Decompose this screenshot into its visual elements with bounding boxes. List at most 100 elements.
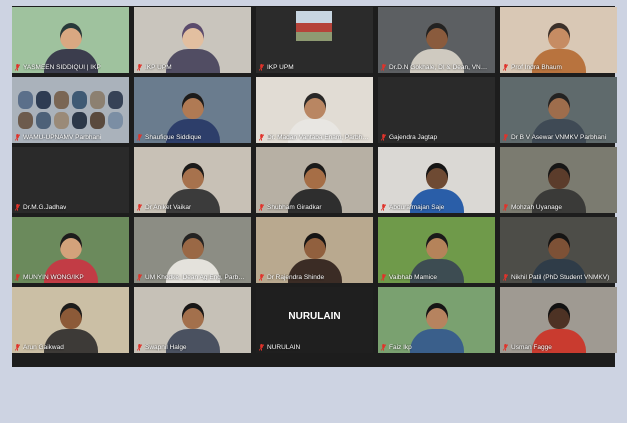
participant-name-bar: Shaufique Siddique [137, 134, 248, 141]
participant-head [59, 23, 82, 49]
participant-head [59, 303, 82, 329]
participant-name: IKP UPM [145, 64, 172, 71]
participant-head [547, 233, 570, 259]
participant-name-bar: MUNYIN WONG/IKP [15, 274, 126, 281]
participant-tile[interactable]: Prof Indra Bhaum [500, 7, 617, 73]
participant-name-bar: Gajendra Jagtap [381, 134, 492, 141]
muted-mic-icon [381, 64, 387, 71]
muted-mic-icon [381, 344, 387, 351]
participant-head [303, 163, 326, 189]
muted-mic-icon [381, 134, 387, 141]
participant-name-bar: Dr.M.G.Jadhav [15, 204, 126, 211]
participant-head [425, 303, 448, 329]
participant-tile[interactable]: Dr B V Asewar VNMKV Parbhani [500, 77, 617, 143]
participant-tile[interactable]: Faiz Ikp [378, 287, 495, 353]
participant-head [425, 23, 448, 49]
participant-tile[interactable]: UM Khodke, Dean Ag Eng, Parbhani [134, 217, 251, 283]
muted-mic-icon [381, 204, 387, 211]
participant-tile[interactable]: Dr Rajendra Shinde [256, 217, 373, 283]
muted-mic-icon [503, 344, 509, 351]
muted-mic-icon [503, 64, 509, 71]
muted-mic-icon [259, 134, 265, 141]
participant-name-bar: YASMEEN SIDDIQUI | IKP [15, 64, 126, 71]
participant-tile[interactable]: WAMU-UPNAMV Parbhani [12, 77, 129, 143]
participant-name-bar: Arun Gaikwad [15, 344, 126, 351]
participant-name-bar: Faiz Ikp [381, 344, 492, 351]
participant-head [181, 233, 204, 259]
profile-photo [296, 11, 332, 41]
participant-name-bar: WAMU-UPNAMV Parbhani [15, 134, 126, 141]
participant-name: Vaibhab Mamice [389, 274, 437, 281]
participant-tile[interactable]: IKP UPM [256, 7, 373, 73]
participant-head [181, 303, 204, 329]
participant-name: UM Khodke, Dean Ag Eng, Parbhani [145, 274, 248, 281]
muted-mic-icon [503, 134, 509, 141]
participant-head [181, 23, 204, 49]
participant-tile[interactable]: Nikhil Patil (PhD Student VNMKV) [500, 217, 617, 283]
participant-name-display: NURULAIN [288, 311, 341, 322]
participant-head [425, 233, 448, 259]
participant-name: Shaufique Siddique [145, 134, 202, 141]
muted-mic-icon [15, 274, 21, 281]
participant-tile[interactable]: Dr.D.N Gokhale, DI & Dean, VNMKV [378, 7, 495, 73]
muted-mic-icon [15, 64, 21, 71]
participant-head [547, 93, 570, 119]
participant-grid: YASMEEN SIDDIQUI | IKP IKP UPM IKP UPM Dr.D… [12, 7, 617, 423]
participant-name: Nikhil Patil (PhD Student VNMKV) [511, 274, 610, 281]
muted-mic-icon [137, 64, 143, 71]
audience-group [18, 91, 123, 129]
participant-tile[interactable]: NURULAIN NURULAIN [256, 287, 373, 353]
participant-name: Abdurafmajan Saje [389, 204, 445, 211]
participant-tile[interactable]: YASMEEN SIDDIQUI | IKP [12, 7, 129, 73]
participant-tile[interactable]: Shaufique Siddique [134, 77, 251, 143]
participant-head [303, 233, 326, 259]
participant-tile[interactable]: Usman Fagge [500, 287, 617, 353]
participant-name-bar: Dr. Madan Vantaba Enam, Parbhani [259, 134, 370, 141]
participant-tile[interactable]: Vaibhab Mamice [378, 217, 495, 283]
participant-head [547, 163, 570, 189]
participant-name: Arun Gaikwad [23, 344, 64, 351]
participant-name: MUNYIN WONG/IKP [23, 274, 84, 281]
participant-name-bar: Nikhil Patil (PhD Student VNMKV) [503, 274, 614, 281]
participant-tile[interactable]: Dr. Madan Vantaba Enam, Parbhani [256, 77, 373, 143]
participant-name-bar: Shubham Giradkar [259, 204, 370, 211]
participant-name-bar: Vaibhab Mamice [381, 274, 492, 281]
participant-name: Dr Aniket Vaikar [145, 204, 192, 211]
participant-name-bar: Mohzah Uyanage [503, 204, 614, 211]
muted-mic-icon [15, 134, 21, 141]
participant-tile[interactable]: Dr.M.G.Jadhav [12, 147, 129, 213]
participant-head [181, 163, 204, 189]
participant-name-bar: Dr.D.N Gokhale, DI & Dean, VNMKV [381, 64, 492, 71]
participant-tile[interactable]: IKP UPM [134, 7, 251, 73]
participant-tile[interactable]: Gajendra Jagtap [378, 77, 495, 143]
participant-name-bar: Dr B V Asewar VNMKV Parbhani [503, 134, 614, 141]
participant-name: Dr. Madan Vantaba Enam, Parbhani [267, 134, 370, 141]
muted-mic-icon [137, 274, 143, 281]
participant-name: Dr Rajendra Shinde [267, 274, 325, 281]
participant-head [303, 93, 326, 119]
participant-name-bar: IKP UPM [259, 64, 370, 71]
participant-tile[interactable]: Swapnil Halge [134, 287, 251, 353]
participant-tile[interactable]: Mohzah Uyanage [500, 147, 617, 213]
muted-mic-icon [503, 204, 509, 211]
participant-tile[interactable]: Shubham Giradkar [256, 147, 373, 213]
muted-mic-icon [137, 134, 143, 141]
muted-mic-icon [15, 204, 21, 211]
participant-tile[interactable]: Abdurafmajan Saje [378, 147, 495, 213]
participant-name: Prof Indra Bhaum [511, 64, 562, 71]
participant-tile[interactable]: Arun Gaikwad [12, 287, 129, 353]
participant-name: NURULAIN [267, 344, 301, 351]
participant-name: Dr.D.N Gokhale, DI & Dean, VNMKV [389, 64, 492, 71]
participant-tile[interactable]: Dr Aniket Vaikar [134, 147, 251, 213]
participant-head [547, 303, 570, 329]
participant-tile[interactable]: MUNYIN WONG/IKP [12, 217, 129, 283]
participant-name-bar: NURULAIN [259, 344, 370, 351]
participant-name-bar: Abdurafmajan Saje [381, 204, 492, 211]
participant-name: IKP UPM [267, 64, 294, 71]
participant-name: Dr B V Asewar VNMKV Parbhani [511, 134, 607, 141]
participant-name-bar: IKP UPM [137, 64, 248, 71]
participant-head [181, 93, 204, 119]
participant-name: Usman Fagge [511, 344, 552, 351]
participant-head [547, 23, 570, 49]
muted-mic-icon [259, 64, 265, 71]
